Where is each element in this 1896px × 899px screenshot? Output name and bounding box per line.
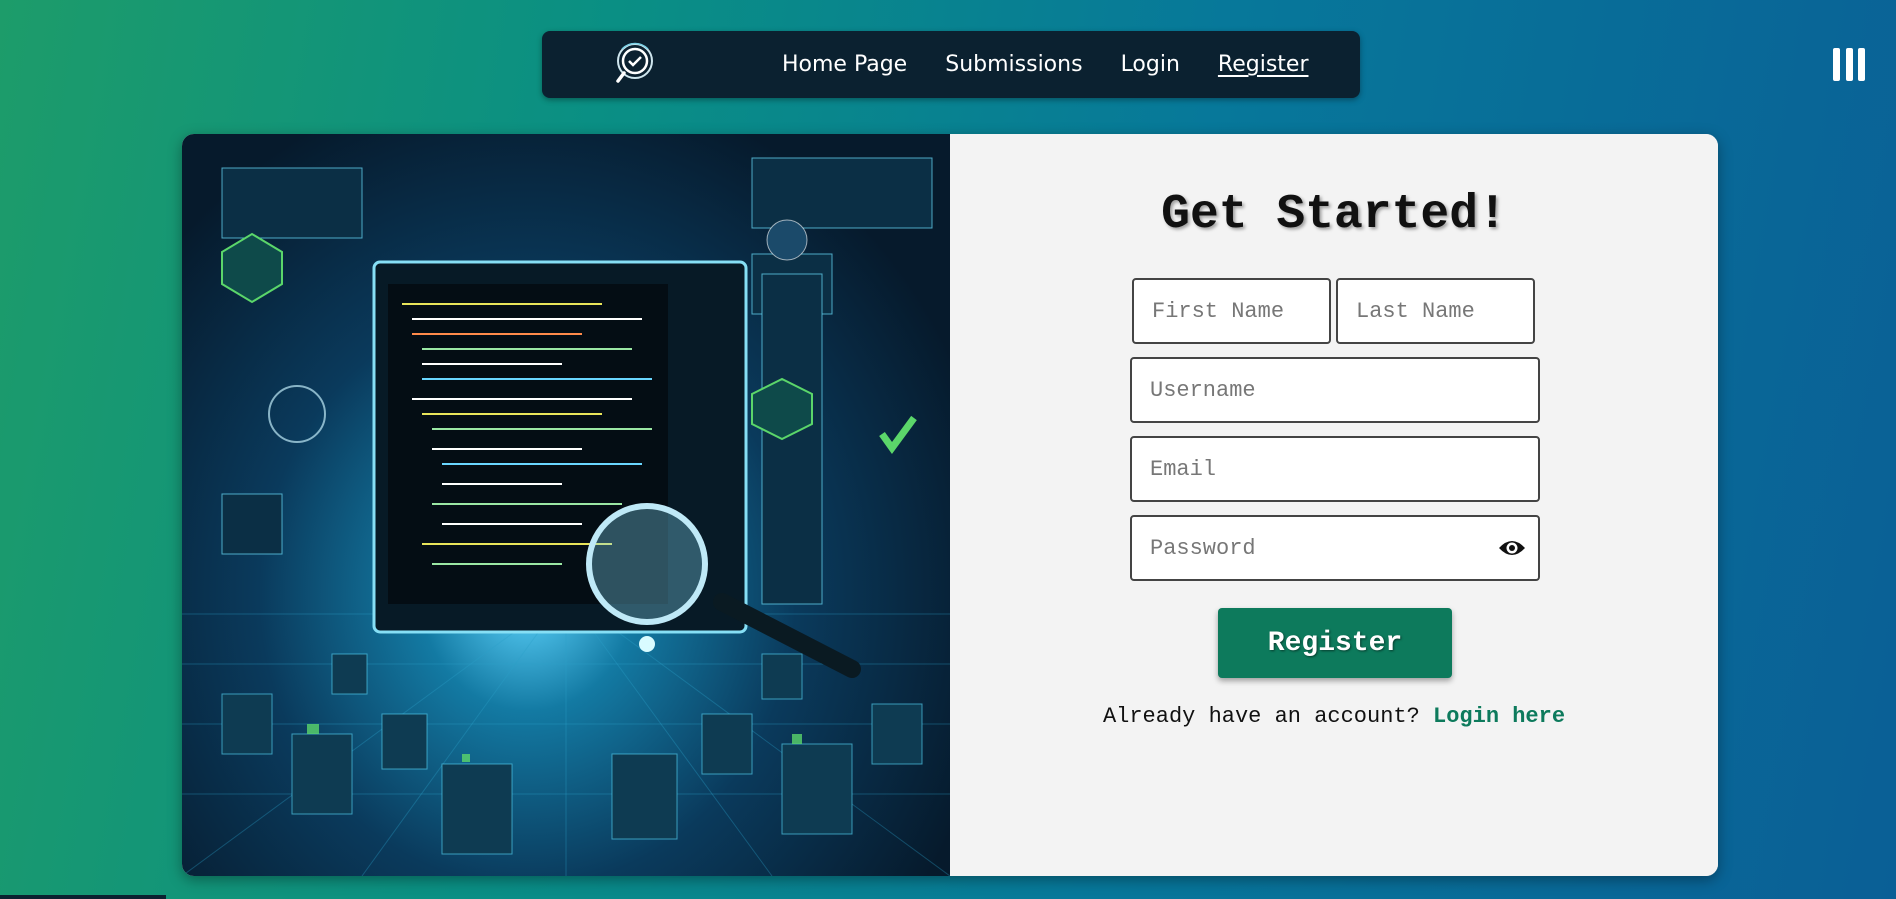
username-input[interactable]: [1130, 357, 1540, 423]
password-field-wrapper: [1130, 515, 1540, 581]
page-title: Get Started!: [1161, 188, 1507, 242]
login-prompt-text: Already have an account?: [1102, 704, 1420, 729]
bottom-edge-bar: [0, 895, 166, 899]
nav-links: Home Page Submissions Login Register: [782, 31, 1347, 98]
login-here-link[interactable]: Login here: [1433, 704, 1565, 729]
code-city-illustration: [182, 134, 951, 876]
illustration-art: [182, 157, 951, 876]
register-button[interactable]: Register: [1218, 608, 1452, 678]
register-card: Get Started! Register Already have an ac…: [182, 134, 1718, 876]
nav-submissions-link[interactable]: Submissions: [945, 52, 1082, 77]
password-input[interactable]: [1130, 515, 1540, 581]
menu-icon[interactable]: [1833, 48, 1865, 81]
nav-home-link[interactable]: Home Page: [782, 52, 907, 77]
menu-bar: [1845, 48, 1853, 81]
nav-register-link[interactable]: Register: [1218, 52, 1309, 77]
login-prompt-line: Already have an account? Login here: [950, 704, 1718, 729]
nav-login-link[interactable]: Login: [1121, 52, 1180, 77]
menu-bar: [1858, 48, 1865, 81]
register-form-panel: Get Started! Register Already have an ac…: [950, 134, 1718, 876]
top-navbar: Home Page Submissions Login Register: [542, 31, 1360, 98]
last-name-input[interactable]: [1336, 278, 1535, 344]
site-logo-icon[interactable]: [610, 39, 660, 89]
first-name-input[interactable]: [1132, 278, 1331, 344]
email-input[interactable]: [1130, 436, 1540, 502]
eye-icon[interactable]: [1498, 537, 1526, 559]
menu-bar: [1833, 48, 1840, 81]
